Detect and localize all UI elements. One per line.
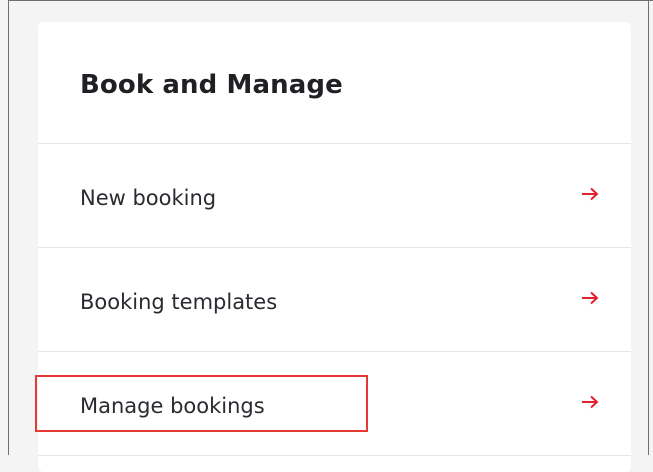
menu-item-label: Manage bookings (80, 394, 265, 418)
menu-item-new-booking[interactable]: New booking (38, 144, 631, 248)
arrow-right-icon (582, 395, 599, 409)
frame-border-left (8, 0, 9, 455)
menu-item-label: New booking (80, 186, 217, 210)
menu-item-label: Booking templates (80, 290, 278, 314)
panel-header: Book and Manage (38, 22, 631, 144)
arrow-right-icon (582, 291, 599, 305)
book-and-manage-panel: Book and Manage New booking Booking temp… (38, 22, 631, 472)
panel-title: Book and Manage (80, 70, 343, 100)
menu-item-booking-templates[interactable]: Booking templates (38, 248, 631, 352)
frame-border-right (648, 0, 649, 455)
frame-border-top (8, 0, 653, 1)
menu-item-manage-bookings[interactable]: Manage bookings (38, 352, 631, 456)
arrow-right-icon (582, 187, 599, 201)
